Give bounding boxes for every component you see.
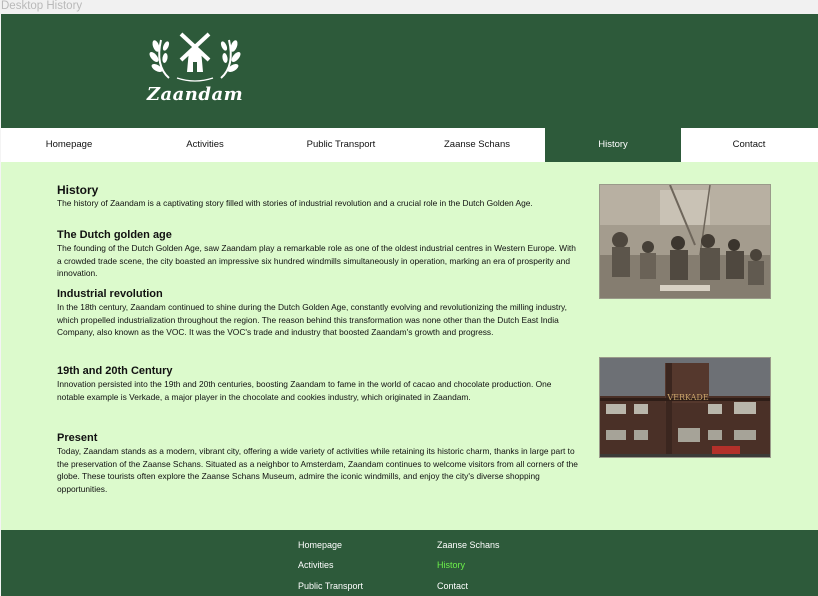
- site-header: Zaandam: [1, 14, 818, 128]
- present-text: Today, Zaandam stands as a modern, vibra…: [57, 446, 578, 494]
- footer-link-contact[interactable]: Contact: [437, 581, 468, 591]
- section-industrial: Industrial revolution In the 18th centur…: [57, 288, 581, 339]
- nav-item-homepage[interactable]: Homepage: [1, 128, 137, 162]
- nav-item-zaanse-schans[interactable]: Zaanse Schans: [409, 128, 545, 162]
- industrial-heading: Industrial revolution: [57, 288, 163, 300]
- window-title: Desktop History: [0, 0, 818, 14]
- factory-sign: VERKADE: [666, 393, 708, 402]
- century-text: Innovation persisted into the 19th and 2…: [57, 379, 552, 402]
- footer-link-homepage[interactable]: Homepage: [298, 540, 342, 550]
- nav-item-contact[interactable]: Contact: [681, 128, 817, 162]
- windmill-wreath-icon: [149, 32, 241, 82]
- nav-item-activities[interactable]: Activities: [137, 128, 273, 162]
- site-footer: Homepage Activities Public Transport Zaa…: [1, 530, 818, 596]
- site-logo[interactable]: Zaandam: [141, 26, 249, 122]
- history-intro: The history of Zaandam is a captivating …: [57, 198, 533, 208]
- footer-link-history[interactable]: History: [437, 560, 465, 570]
- century-heading: 19th and 20th Century: [57, 365, 173, 377]
- verkade-factory-image: VERKADE: [599, 357, 771, 458]
- footer-link-zaanse-schans[interactable]: Zaanse Schans: [437, 540, 500, 550]
- footer-link-public-transport[interactable]: Public Transport: [298, 581, 363, 591]
- footer-link-activities[interactable]: Activities: [298, 560, 334, 570]
- golden-age-text: The founding of the Dutch Golden Age, sa…: [57, 243, 576, 279]
- historical-engraving-image: [599, 184, 771, 299]
- brand-name: Zaandam: [146, 84, 244, 105]
- main-nav: Homepage Activities Public Transport Zaa…: [1, 128, 818, 162]
- present-heading: Present: [57, 432, 98, 444]
- nav-item-history[interactable]: History: [545, 128, 681, 162]
- industrial-text: In the 18th century, Zaandam continued t…: [57, 302, 567, 338]
- golden-age-heading: The Dutch golden age: [57, 229, 172, 241]
- section-golden-age: The Dutch golden age The founding of the…: [57, 229, 581, 280]
- section-century: 19th and 20th Century Innovation persist…: [57, 365, 581, 403]
- nav-item-public-transport[interactable]: Public Transport: [273, 128, 409, 162]
- main-content: History The history of Zaandam is a capt…: [1, 162, 818, 530]
- page-title: History: [57, 183, 99, 197]
- section-history: History The history of Zaandam is a capt…: [57, 184, 533, 210]
- section-present: Present Today, Zaandam stands as a moder…: [57, 432, 581, 495]
